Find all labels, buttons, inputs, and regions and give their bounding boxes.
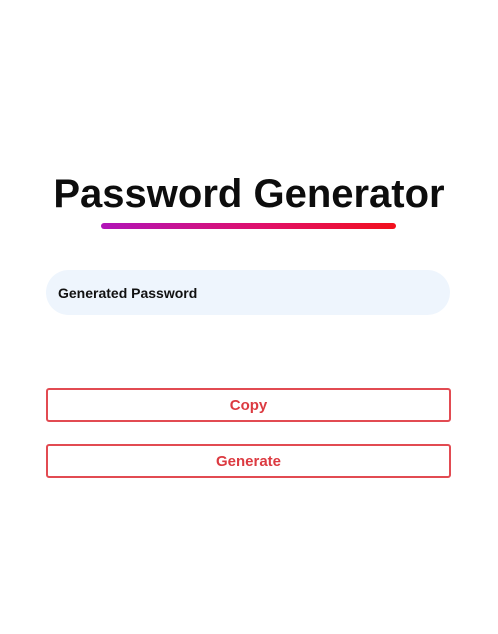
page-title: Password Generator: [53, 172, 445, 216]
generate-button[interactable]: Generate: [46, 444, 451, 478]
password-generator-app: Password Generator Copy Generate: [0, 0, 498, 634]
copy-button[interactable]: Copy: [46, 388, 451, 422]
generated-password-field[interactable]: [46, 270, 450, 315]
title-underline: [101, 223, 396, 229]
